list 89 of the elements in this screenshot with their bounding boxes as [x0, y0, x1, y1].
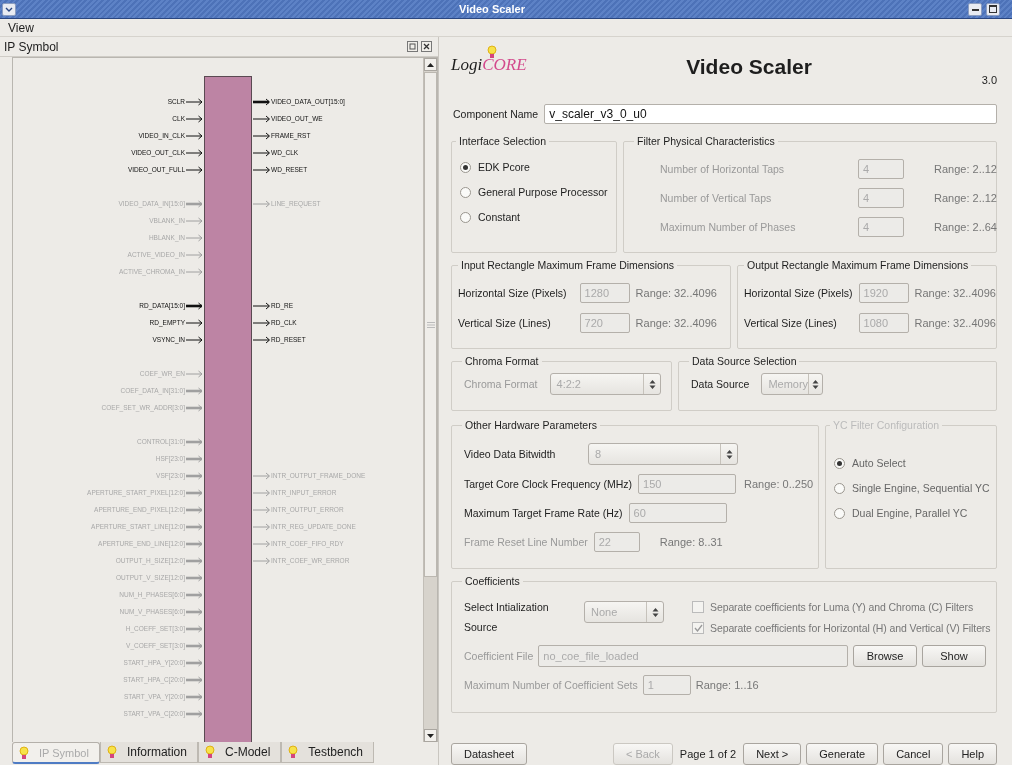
close-icon[interactable]	[421, 41, 432, 52]
field-label: Maximum Number of Coefficient Sets	[464, 679, 638, 691]
maximize-icon	[989, 5, 997, 13]
dialog-button[interactable]: Help	[948, 743, 997, 765]
field-label: Video Data Bitwidth	[464, 448, 557, 460]
version-label: 3.0	[981, 74, 997, 86]
group-title: Coefficients	[464, 575, 521, 587]
range-label: Range: 2..64	[934, 221, 997, 233]
spinner-icon	[651, 606, 659, 618]
page-title: Video Scaler	[685, 54, 813, 79]
text-field[interactable]: v_scaler_v3_0_u0	[544, 104, 997, 124]
checkbox[interactable]	[692, 601, 704, 613]
group-title: Filter Physical Characteristics	[636, 135, 776, 147]
radio-icon[interactable]	[460, 211, 471, 223]
range-label: Range: 1..16	[695, 679, 759, 691]
down-arrow-icon[interactable]	[427, 733, 434, 738]
dialog-button[interactable]: Generate	[806, 743, 879, 765]
range-label: Range: 2..12	[934, 192, 997, 204]
dialog-button[interactable]: Next >	[743, 743, 802, 765]
page-indicator: Page 1 of 2	[678, 748, 738, 760]
radio-option[interactable]: Constant	[460, 211, 612, 223]
lightbulb-icon	[106, 745, 117, 759]
range-label: Range: 2..12	[934, 163, 997, 175]
group-title: Output Rectangle Maximum Frame Dimensions	[746, 259, 970, 271]
field-label: Select Intialization Source	[464, 600, 550, 635]
field-label: Maximum Number of Phases	[660, 221, 797, 233]
group-title: Data Source Selection	[691, 355, 798, 367]
group-title: Chroma Format	[464, 355, 540, 367]
window-menu-button[interactable]	[2, 2, 16, 16]
minimize-icon	[971, 7, 979, 11]
grip-icon	[426, 321, 435, 328]
checkbox[interactable]	[692, 622, 704, 634]
tab[interactable]: Testbench	[281, 742, 375, 763]
range-label: Range: 32..4096	[635, 287, 718, 299]
field-label: Number of Horizontal Taps	[660, 163, 786, 175]
tab[interactable]: C-Model	[197, 742, 282, 763]
dialog-button[interactable]: Cancel	[883, 743, 944, 765]
field-label: Number of Vertical Taps	[660, 192, 773, 204]
tab[interactable]: Information	[99, 742, 198, 763]
up-arrow-icon[interactable]	[427, 62, 434, 67]
radio-icon[interactable]	[460, 186, 471, 198]
check-icon	[693, 624, 703, 632]
field-label: Horizontal Size (Pixels)	[744, 287, 853, 299]
checkbox-option[interactable]: Separate coefficients for Luma (Y) and Chroma (C) Filters	[692, 601, 991, 613]
tab[interactable]: IP Symbol	[12, 742, 100, 764]
dropdown[interactable]: None	[584, 601, 664, 623]
field-label: Frame Reset Line Number	[464, 536, 588, 548]
range-label: Range: 32..4096	[635, 317, 718, 329]
field-label: Horizontal Size (Pixels)	[458, 287, 568, 299]
panel-title: IP Symbol	[4, 39, 60, 54]
field-label: Coefficient File	[464, 650, 534, 662]
caret-icon	[5, 6, 13, 12]
dialog-button[interactable]: Datasheet	[451, 743, 528, 765]
maximize-button[interactable]	[986, 2, 1000, 16]
lightbulb-icon	[204, 745, 215, 759]
spinner-icon	[812, 378, 820, 390]
minimize-button[interactable]	[968, 2, 982, 16]
spinner-icon	[725, 448, 733, 460]
logo-text: LogiCORE	[451, 55, 527, 74]
radio-option[interactable]: EDK Pcore	[460, 161, 612, 173]
field-label: Data Source	[691, 378, 750, 390]
field-label: Maximum Target Frame Rate (Hz)	[464, 507, 623, 519]
group-title: Other Hardware Parameters	[464, 419, 598, 431]
dropdown[interactable]: Memory	[761, 373, 824, 395]
field-label: Chroma Format	[464, 378, 538, 390]
scrollbar[interactable]	[423, 58, 437, 742]
range-label: Range: 32..4096	[914, 287, 996, 299]
checkbox-option[interactable]: Separate coefficients for Horizontal (H) and Vertical (V) Filters	[692, 622, 991, 634]
text-field[interactable]: 60	[628, 503, 727, 523]
radio-option[interactable]: General Purpose Processor	[460, 186, 612, 198]
dialog-button[interactable]: Browse	[853, 645, 917, 667]
group-title: Interface Selection	[458, 135, 547, 147]
field-label: Target Core Clock Frequency (MHz)	[464, 478, 633, 490]
lightbulb-icon	[288, 745, 299, 759]
lightbulb-icon	[19, 745, 29, 760]
field-label: Vertical Size (Lines)	[458, 317, 552, 329]
dialog-button[interactable]: Show	[922, 645, 986, 667]
range-label: Range: 8..31	[659, 536, 723, 548]
radio-icon[interactable]	[460, 161, 471, 173]
group-title: Input Rectangle Maximum Frame Dimensions	[460, 259, 675, 271]
lightbulb-icon	[487, 45, 497, 59]
window-title: Video Scaler	[458, 3, 526, 15]
float-icon[interactable]	[407, 41, 418, 52]
field-label: Component Name	[453, 108, 539, 120]
field-label: Vertical Size (Lines)	[744, 317, 838, 329]
spinner-icon	[648, 378, 656, 390]
menu-item[interactable]: View	[6, 20, 36, 35]
range-label: Range: 32..4096	[914, 317, 996, 329]
range-label: Range: 0..250	[744, 478, 814, 490]
